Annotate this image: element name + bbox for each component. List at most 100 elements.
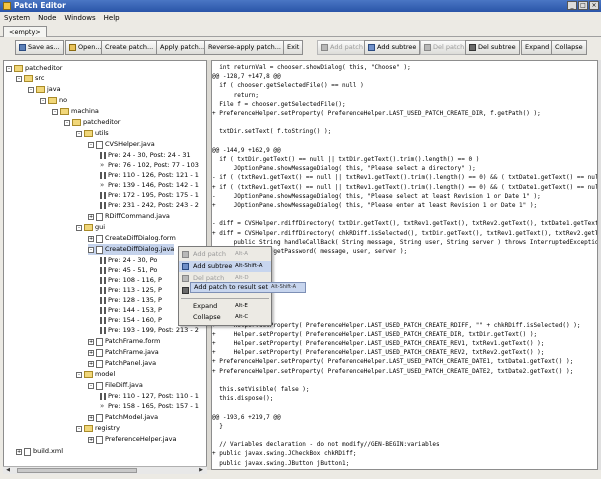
expand-toggle-icon[interactable]: + (16, 448, 22, 455)
collapse-toggle-icon[interactable]: - (76, 224, 82, 231)
hunk-icon (100, 267, 106, 274)
tree-hunk[interactable]: » Pre: 158 - 165, Post: 157 - 1 (100, 401, 199, 412)
tree-node-cvshelper[interactable]: - CVSHelper.java (88, 139, 155, 150)
add-patch-icon (321, 44, 328, 51)
tree-node-create-diff-form[interactable]: + CreateDiffDialog.form (88, 233, 176, 244)
exit-button[interactable]: Exit (283, 40, 304, 55)
tree-label: gui (95, 223, 106, 231)
tree-node-model[interactable]: - model (76, 369, 115, 380)
save-as-button[interactable]: Save as... (15, 40, 64, 55)
tree-node-create-diff-java[interactable]: - CreateDiffDialog.java (88, 244, 175, 255)
java-file-icon (96, 245, 103, 254)
code-line: this.setVisible( false ); (212, 386, 310, 393)
ctx-shortcut: Alt-A (235, 251, 249, 257)
open-button[interactable]: Open... (65, 40, 106, 55)
tree-node-patch-frame-form[interactable]: + PatchFrame.form (88, 336, 160, 347)
expand-toggle-icon[interactable]: + (88, 360, 94, 367)
scroll-left-icon[interactable]: ◀ (4, 467, 12, 474)
code-line: public javax.swing.JButton jButton1; (212, 459, 350, 467)
tree-node-rdiff[interactable]: + RDiffCommand.java (88, 211, 170, 222)
folder-icon (84, 130, 93, 137)
scroll-thumb[interactable] (17, 468, 137, 473)
tree-label: FileDiff.java (105, 381, 143, 389)
tree-node-patch-panel[interactable]: + PatchPanel.java (88, 358, 156, 369)
menu-windows[interactable]: Windows (60, 12, 99, 24)
expand-toggle-icon[interactable]: + (88, 235, 94, 242)
tree-label: patcheditor (83, 118, 121, 126)
tab-empty[interactable]: <empty> (3, 26, 47, 37)
tree-node-src[interactable]: - src (16, 73, 45, 84)
create-patch-button[interactable]: Create patch... (101, 40, 158, 55)
tree-node-machina[interactable]: - machina (52, 106, 99, 117)
tree-node-patch-frame-java[interactable]: + PatchFrame.java (88, 347, 159, 358)
code-line: int returnVal = chooser.showDialog( this… (212, 64, 411, 71)
code-line: @@ -128,7 +147,8 @@ (212, 73, 281, 81)
tree-node-patch-model[interactable]: + PatchModel.java (88, 412, 158, 423)
folder-icon (24, 75, 33, 82)
expand-toggle-icon[interactable]: + (88, 213, 94, 220)
delete-patch-icon (424, 44, 431, 51)
menu-node[interactable]: Node (34, 12, 60, 24)
code-line: - diff = CVSHelper.rdiffDirectory( txtDi… (212, 220, 598, 228)
collapse-toggle-icon[interactable]: - (88, 246, 94, 253)
tree-hunk[interactable]: Pre: 193 - 199, Post: 213 - 2 (100, 325, 199, 336)
expand-toggle-icon[interactable]: + (88, 414, 94, 421)
minimize-button[interactable]: _ (567, 1, 577, 10)
collapse-toggle-icon[interactable]: - (76, 371, 82, 378)
add-subtree-label: Add subtree (377, 43, 417, 51)
tree-label: CVSHelper.java (105, 140, 155, 148)
tree-node-gui[interactable]: - gui (76, 222, 105, 233)
maximize-button[interactable]: □ (578, 1, 588, 10)
window-title: Patch Editor (14, 1, 66, 10)
tree-node-java[interactable]: - java (28, 84, 61, 95)
tree-label: PatchModel.java (105, 413, 159, 421)
add-subtree-button[interactable]: Add subtree (364, 40, 421, 55)
tree-node-utils[interactable]: - utils (76, 128, 109, 139)
del-subtree-button[interactable]: Del subtree (465, 40, 520, 55)
ctx-add-patch[interactable]: Add patch Alt-A (179, 249, 271, 260)
tree-node-filediff[interactable]: - FileDiff.java (88, 380, 143, 391)
collapse-toggle-icon[interactable]: - (76, 425, 82, 432)
code-line: - JOptionPane.showMessageDialog( this, "… (212, 192, 541, 200)
scroll-right-icon[interactable]: ▶ (197, 467, 205, 474)
collapse-button[interactable]: Collapse (551, 40, 587, 55)
tree-label: PatchFrame.form (105, 337, 161, 345)
close-button[interactable]: × (589, 1, 599, 10)
tree-node-no[interactable]: - no (40, 95, 67, 106)
collapse-toggle-icon[interactable]: - (88, 382, 94, 389)
add-patch-label: Add patch (330, 43, 364, 51)
tree-node-build[interactable]: + build.xml (16, 446, 63, 457)
collapse-toggle-icon[interactable]: - (16, 75, 22, 82)
reverse-apply-patch-button[interactable]: Reverse-apply patch... (204, 40, 285, 55)
tree-node-patcheditor-pkg[interactable]: - patcheditor (64, 117, 120, 128)
tree-hunk[interactable]: Pre: 231 - 242, Post: 243 - 2 (100, 200, 199, 211)
expand-button[interactable]: Expand (521, 40, 554, 55)
collapse-toggle-icon[interactable]: - (40, 97, 46, 104)
expand-toggle-icon[interactable]: + (88, 349, 94, 356)
add-patch-button[interactable]: Add patch (317, 40, 368, 55)
apply-patch-button[interactable]: Apply patch... (156, 40, 209, 55)
menu-help[interactable]: Help (100, 12, 124, 24)
tree-horizontal-scrollbar[interactable]: ◀ ▶ (3, 466, 207, 474)
collapse-toggle-icon[interactable]: - (88, 141, 94, 148)
code-line: // Variables declaration - do not modify… (212, 441, 440, 449)
collapse-toggle-icon[interactable]: - (52, 108, 58, 115)
expand-toggle-icon[interactable]: + (88, 338, 94, 345)
save-as-label: Save as... (28, 43, 60, 51)
collapse-toggle-icon[interactable]: - (64, 119, 70, 126)
ctx-label: Collapse (193, 313, 221, 321)
tree-node-registry[interactable]: - registry (76, 423, 120, 434)
collapse-toggle-icon[interactable]: - (76, 130, 82, 137)
patch-tree[interactable]: - patcheditor - src - java - no - machina - pa… (3, 60, 207, 470)
expand-toggle-icon[interactable]: + (88, 436, 94, 443)
tree-label: PreferenceHelper.java (105, 435, 177, 443)
code-line: if ( txtDir.getText() == null || txtDir.… (212, 156, 480, 163)
menu-system[interactable]: System (0, 12, 34, 24)
tree-node-pref-helper[interactable]: + PreferenceHelper.java (88, 434, 176, 445)
ctx-expand[interactable]: Expand Alt-E (179, 301, 271, 312)
collapse-toggle-icon[interactable]: - (6, 65, 12, 72)
del-patch-button[interactable]: Del patch (420, 40, 469, 55)
collapse-toggle-icon[interactable]: - (28, 86, 34, 93)
ctx-collapse[interactable]: Collapse Alt-C (179, 312, 271, 323)
ctx-add-subtree[interactable]: Add subtree Alt-Shift-A (179, 261, 271, 272)
